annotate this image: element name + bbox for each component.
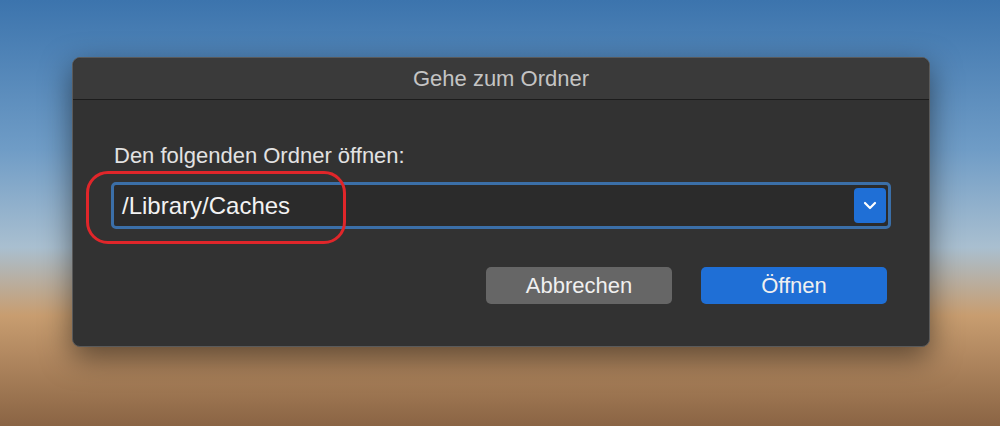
open-button[interactable]: Öffnen — [701, 267, 887, 304]
desktop: Gehe zum Ordner Den folgenden Ordner öffn… — [0, 0, 1000, 426]
go-to-folder-dialog: Gehe zum Ordner Den folgenden Ordner öffn… — [72, 57, 930, 347]
chevron-down-icon — [863, 201, 877, 211]
path-field-wrapper: /Library/Caches — [111, 182, 891, 229]
cancel-button[interactable]: Abbrechen — [486, 267, 672, 304]
path-field[interactable]: /Library/Caches — [111, 182, 891, 229]
highlight-annotation — [86, 171, 346, 244]
path-value[interactable]: /Library/Caches — [114, 188, 854, 224]
dialog-body: Den folgenden Ordner öffnen: /Library/Cac… — [73, 100, 929, 346]
title-bar: Gehe zum Ordner — [73, 58, 929, 100]
button-row: Abbrechen Öffnen — [111, 267, 891, 304]
window-title: Gehe zum Ordner — [413, 62, 589, 95]
history-dropdown-button[interactable] — [854, 188, 886, 223]
prompt-label: Den folgenden Ordner öffnen: — [111, 142, 891, 170]
